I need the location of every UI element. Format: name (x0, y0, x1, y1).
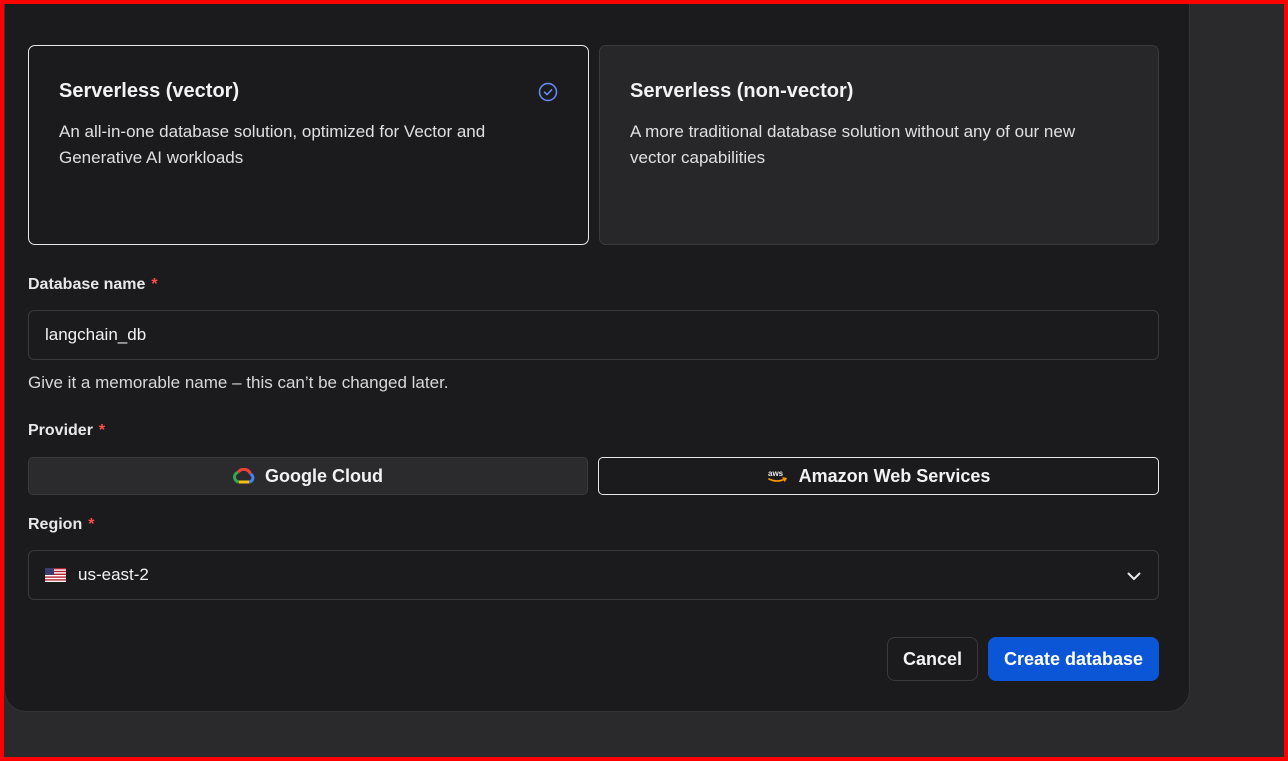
provider-label-text: Provider (28, 422, 93, 439)
required-mark: * (151, 276, 158, 293)
card-description: A more traditional database solution wit… (630, 122, 1076, 167)
aws-icon: aws (767, 468, 789, 484)
provider-label-aws: Amazon Web Services (798, 465, 991, 486)
card-title: Serverless (vector) (59, 80, 240, 102)
card-title: Serverless (non-vector) (630, 80, 854, 102)
region-label: Region * (28, 516, 94, 534)
card-serverless-vector[interactable]: Serverless (vector) An all-in-one databa… (28, 45, 589, 245)
database-name-label-text: Database name (28, 276, 146, 293)
us-flag-icon (45, 568, 66, 582)
database-name-input[interactable]: langchain_db (28, 310, 1159, 360)
region-label-text: Region (28, 516, 83, 533)
database-name-hint: Give it a memorable name – this can’t be… (28, 373, 449, 392)
provider-label: Provider * (28, 422, 105, 440)
svg-text:aws: aws (768, 469, 784, 478)
selected-check-icon (538, 82, 558, 102)
region-select[interactable]: us-east-2 (28, 550, 1159, 600)
card-serverless-nonvector[interactable]: Serverless (non-vector) A more tradition… (599, 45, 1159, 245)
database-name-label: Database name * (28, 276, 158, 294)
google-cloud-icon (233, 468, 255, 484)
chevron-down-icon (1127, 572, 1141, 580)
card-description: An all-in-one database solution, optimiz… (59, 122, 486, 167)
required-mark: * (98, 422, 106, 439)
provider-label-google: Google Cloud (265, 465, 383, 486)
required-mark: * (88, 516, 95, 533)
provider-aws-button[interactable]: aws Amazon Web Services (598, 457, 1159, 495)
region-value: us-east-2 (78, 565, 149, 584)
database-name-value: langchain_db (45, 325, 147, 344)
provider-google-cloud-button[interactable]: Google Cloud (28, 457, 588, 495)
cancel-button[interactable]: Cancel (887, 637, 978, 681)
create-database-button[interactable]: Create database (988, 637, 1159, 681)
